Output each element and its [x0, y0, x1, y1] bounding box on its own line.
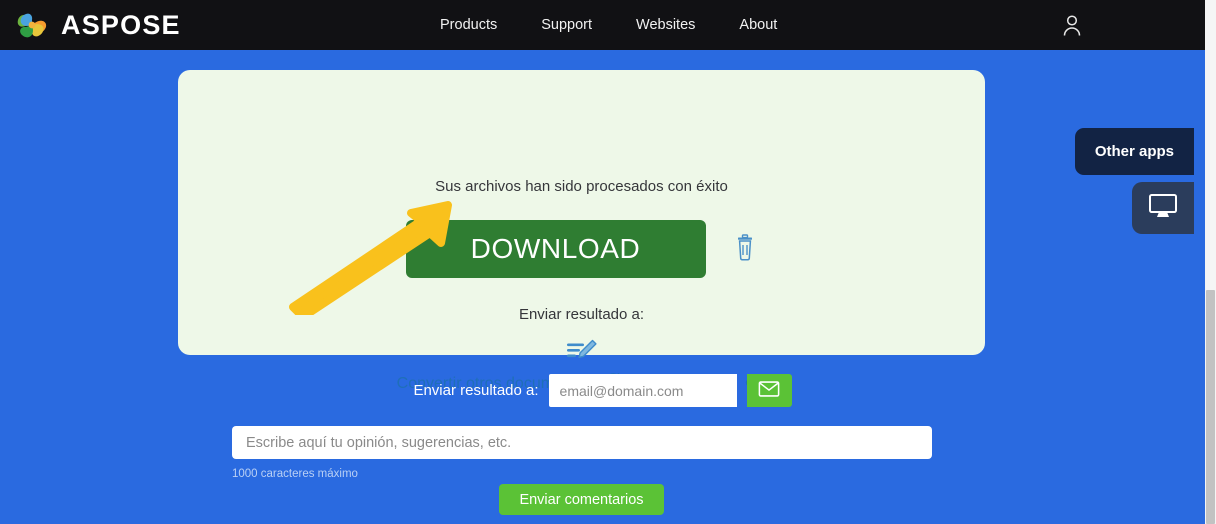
send-feedback-button[interactable]: Enviar comentarios — [499, 484, 664, 515]
email-result-row: Enviar resultado a: — [0, 374, 1205, 407]
send-result-label: Enviar resultado a: — [518, 306, 645, 323]
page-root: ASPOSE Products Support Websites About S… — [0, 0, 1205, 524]
desktop-monitor-icon — [1147, 192, 1179, 225]
nav-item-about[interactable]: About — [739, 17, 777, 33]
email-input[interactable] — [548, 374, 737, 407]
aspose-swirl-logo-icon — [14, 7, 50, 43]
nav-item-support[interactable]: Support — [541, 17, 592, 33]
download-row: DOWNLOAD — [178, 220, 985, 278]
download-button[interactable]: DOWNLOAD — [405, 220, 706, 278]
user-account-icon[interactable] — [1059, 12, 1085, 38]
brand-name: ASPOSE — [61, 9, 181, 40]
email-row-label: Enviar resultado a: — [413, 382, 539, 399]
desktop-apps-button[interactable] — [1132, 182, 1194, 234]
trash-icon[interactable] — [732, 234, 758, 264]
page-scrollbar-thumb[interactable] — [1206, 290, 1215, 524]
success-message: Sus archivos han sido procesados con éxi… — [435, 178, 728, 195]
page-scrollbar-track[interactable] — [1205, 0, 1216, 524]
sign-icon-wrapper — [178, 338, 985, 369]
feedback-input[interactable] — [232, 426, 932, 459]
main-nav: Products Support Websites About — [440, 0, 777, 50]
edit-sign-icon[interactable] — [565, 338, 599, 369]
result-card: Sus archivos han sido procesados con éxi… — [178, 70, 985, 392]
nav-item-websites[interactable]: Websites — [636, 17, 695, 33]
other-apps-tab[interactable]: Other apps — [1074, 128, 1194, 175]
brand-logo-link[interactable]: ASPOSE — [14, 0, 181, 50]
nav-item-products[interactable]: Products — [440, 17, 497, 33]
email-send-button[interactable] — [746, 374, 792, 407]
character-limit-hint: 1000 caracteres máximo — [232, 468, 358, 480]
other-apps-label: Other apps — [1094, 143, 1174, 160]
top-navigation-bar: ASPOSE Products Support Websites About — [0, 0, 1205, 50]
envelope-icon — [758, 381, 780, 400]
